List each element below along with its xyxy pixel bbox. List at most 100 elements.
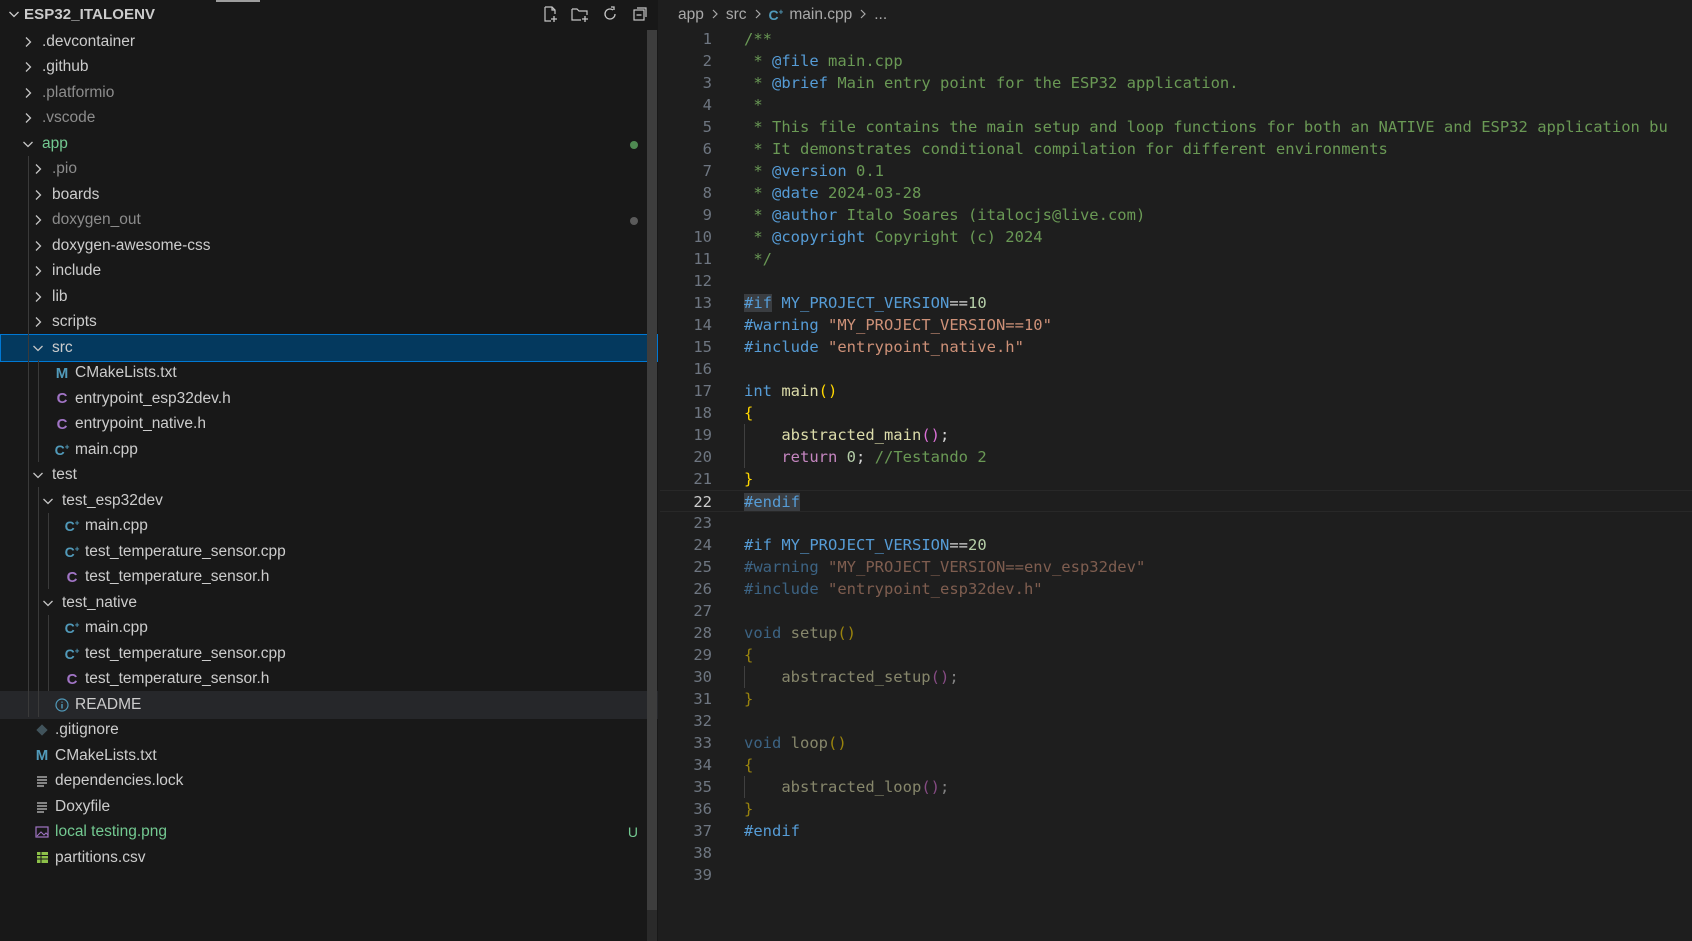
- tree-folder[interactable]: .vscode: [0, 105, 658, 133]
- tree-folder[interactable]: test: [0, 462, 658, 490]
- chevron-right-icon[interactable]: [30, 187, 46, 203]
- tree-file[interactable]: Ctest_temperature_sensor.h: [0, 564, 658, 592]
- code-line[interactable]: 15 #include "entrypoint_native.h": [660, 336, 1692, 358]
- code-line[interactable]: 8 * @date 2024-03-28: [660, 182, 1692, 204]
- tree-file[interactable]: .gitignore: [0, 717, 658, 745]
- chevron-down-icon[interactable]: [40, 493, 56, 509]
- code-line[interactable]: 32: [660, 710, 1692, 732]
- code-line[interactable]: 23: [660, 512, 1692, 534]
- code-line[interactable]: 9 * @author Italo Soares (italocjs@live.…: [660, 204, 1692, 226]
- breadcrumb-item[interactable]: main.cpp: [789, 6, 852, 24]
- new-folder-icon[interactable]: [570, 4, 590, 24]
- explorer-scrollbar[interactable]: [647, 30, 657, 941]
- tree-file[interactable]: dependencies.lock: [0, 768, 658, 796]
- code-line[interactable]: 10 * @copyright Copyright (c) 2024: [660, 226, 1692, 248]
- chevron-down-icon[interactable]: [30, 467, 46, 483]
- code-line[interactable]: 24 #if MY_PROJECT_VERSION==20: [660, 534, 1692, 556]
- tree-folder[interactable]: test_esp32dev: [0, 487, 658, 515]
- tree-file[interactable]: C+ test_temperature_sensor.cpp: [0, 538, 658, 566]
- code-line[interactable]: 11 */: [660, 248, 1692, 270]
- tree-folder[interactable]: doxygen-awesome-css: [0, 232, 658, 260]
- code-line[interactable]: 12: [660, 270, 1692, 292]
- code-line[interactable]: 36}: [660, 798, 1692, 820]
- code-line[interactable]: 7 * @version 0.1: [660, 160, 1692, 182]
- tree-folder[interactable]: .devcontainer: [0, 28, 658, 56]
- tree-file[interactable]: partitions.csv: [0, 844, 658, 872]
- chevron-right-icon[interactable]: [30, 314, 46, 330]
- code-line[interactable]: 14 #warning "MY_PROJECT_VERSION==10": [660, 314, 1692, 336]
- code-line[interactable]: 13 #if MY_PROJECT_VERSION==10: [660, 292, 1692, 314]
- tree-folder[interactable]: doxygen_out: [0, 207, 658, 235]
- code-line[interactable]: 38: [660, 842, 1692, 864]
- code-line[interactable]: 35 abstracted_loop();: [660, 776, 1692, 798]
- chevron-right-icon[interactable]: [20, 59, 36, 75]
- code-line[interactable]: 18 {: [660, 402, 1692, 424]
- code-line[interactable]: 37 #endif: [660, 820, 1692, 842]
- new-file-icon[interactable]: [540, 4, 560, 24]
- explorer-scrollbar-thumb[interactable]: [647, 30, 657, 910]
- code-line[interactable]: 20 return 0; //Testando 2: [660, 446, 1692, 468]
- chevron-right-icon[interactable]: [30, 161, 46, 177]
- tree-folder[interactable]: .pio: [0, 156, 658, 184]
- tree-folder[interactable]: .platformio: [0, 79, 658, 107]
- code-line[interactable]: 28 void setup(): [660, 622, 1692, 644]
- breadcrumb-item[interactable]: src: [726, 6, 747, 24]
- breadcrumb-item[interactable]: ...: [874, 6, 887, 24]
- chevron-right-icon[interactable]: [30, 289, 46, 305]
- tree-folder[interactable]: lib: [0, 283, 658, 311]
- breadcrumb-item[interactable]: app: [678, 6, 704, 24]
- chevron-down-icon[interactable]: [40, 595, 56, 611]
- tree-folder[interactable]: test_native: [0, 589, 658, 617]
- code-line[interactable]: 33 void loop(): [660, 732, 1692, 754]
- code-line[interactable]: 5 * This file contains the main setup an…: [660, 116, 1692, 138]
- chevron-right-icon[interactable]: [30, 263, 46, 279]
- chevron-right-icon[interactable]: [30, 212, 46, 228]
- tree-file[interactable]: Centrypoint_native.h: [0, 411, 658, 439]
- code-line[interactable]: 25 #warning "MY_PROJECT_VERSION==env_esp3…: [660, 556, 1692, 578]
- workspace-root-title[interactable]: ESP32_ITALOENV: [24, 6, 155, 23]
- refresh-icon[interactable]: [600, 4, 620, 24]
- explorer-header[interactable]: ESP32_ITALOENV: [0, 2, 658, 28]
- tree-file[interactable]: Ctest_temperature_sensor.h: [0, 666, 658, 694]
- chevron-down-icon[interactable]: [6, 6, 22, 22]
- code-line[interactable]: 1 /**: [660, 28, 1692, 50]
- code-line[interactable]: 39: [660, 864, 1692, 886]
- tree-file[interactable]: Doxyfile: [0, 793, 658, 821]
- chevron-right-icon[interactable]: [20, 85, 36, 101]
- code-line[interactable]: 6 * It demonstrates conditional compilat…: [660, 138, 1692, 160]
- code-line[interactable]: 17 int main(): [660, 380, 1692, 402]
- tree-file[interactable]: README: [0, 691, 658, 719]
- chevron-right-icon[interactable]: [20, 110, 36, 126]
- chevron-down-icon[interactable]: [30, 340, 46, 356]
- code-line[interactable]: 26 #include "entrypoint_esp32dev.h": [660, 578, 1692, 600]
- tree-file[interactable]: C+ main.cpp: [0, 436, 658, 464]
- code-line[interactable]: 3 * @brief Main entry point for the ESP3…: [660, 72, 1692, 94]
- code-line[interactable]: 31}: [660, 688, 1692, 710]
- chevron-down-icon[interactable]: [20, 136, 36, 152]
- tree-folder[interactable]: app: [0, 130, 658, 158]
- collapse-all-icon[interactable]: [630, 4, 650, 24]
- code-line[interactable]: 22 #endif: [660, 490, 1692, 512]
- code-line[interactable]: 34 {: [660, 754, 1692, 776]
- tree-file[interactable]: M CMakeLists.txt: [0, 360, 658, 388]
- code-line[interactable]: 21}: [660, 468, 1692, 490]
- tree-folder[interactable]: include: [0, 258, 658, 286]
- code-line[interactable]: 27: [660, 600, 1692, 622]
- tree-file[interactable]: C+ main.cpp: [0, 615, 658, 643]
- code-line[interactable]: 30 abstracted_setup();: [660, 666, 1692, 688]
- tree-file[interactable]: local testing.png U: [0, 819, 658, 847]
- code-line[interactable]: 4 *: [660, 94, 1692, 116]
- chevron-right-icon[interactable]: [30, 238, 46, 254]
- code-line[interactable]: 19 abstracted_main();: [660, 424, 1692, 446]
- tree-file[interactable]: Centrypoint_esp32dev.h: [0, 385, 658, 413]
- chevron-right-icon[interactable]: [20, 34, 36, 50]
- code-editor[interactable]: app src C+ main.cpp... 1 /** 2 * @file main.c…: [660, 0, 1692, 941]
- code-line[interactable]: 29 {: [660, 644, 1692, 666]
- tree-folder[interactable]: .github: [0, 54, 658, 82]
- tree-file[interactable]: M CMakeLists.txt: [0, 742, 658, 770]
- tree-folder[interactable]: boards: [0, 181, 658, 209]
- tree-folder[interactable]: src: [0, 334, 658, 362]
- code-line[interactable]: 2 * @file main.cpp: [660, 50, 1692, 72]
- tree-file[interactable]: C+ test_temperature_sensor.cpp: [0, 640, 658, 668]
- tree-folder[interactable]: scripts: [0, 309, 658, 337]
